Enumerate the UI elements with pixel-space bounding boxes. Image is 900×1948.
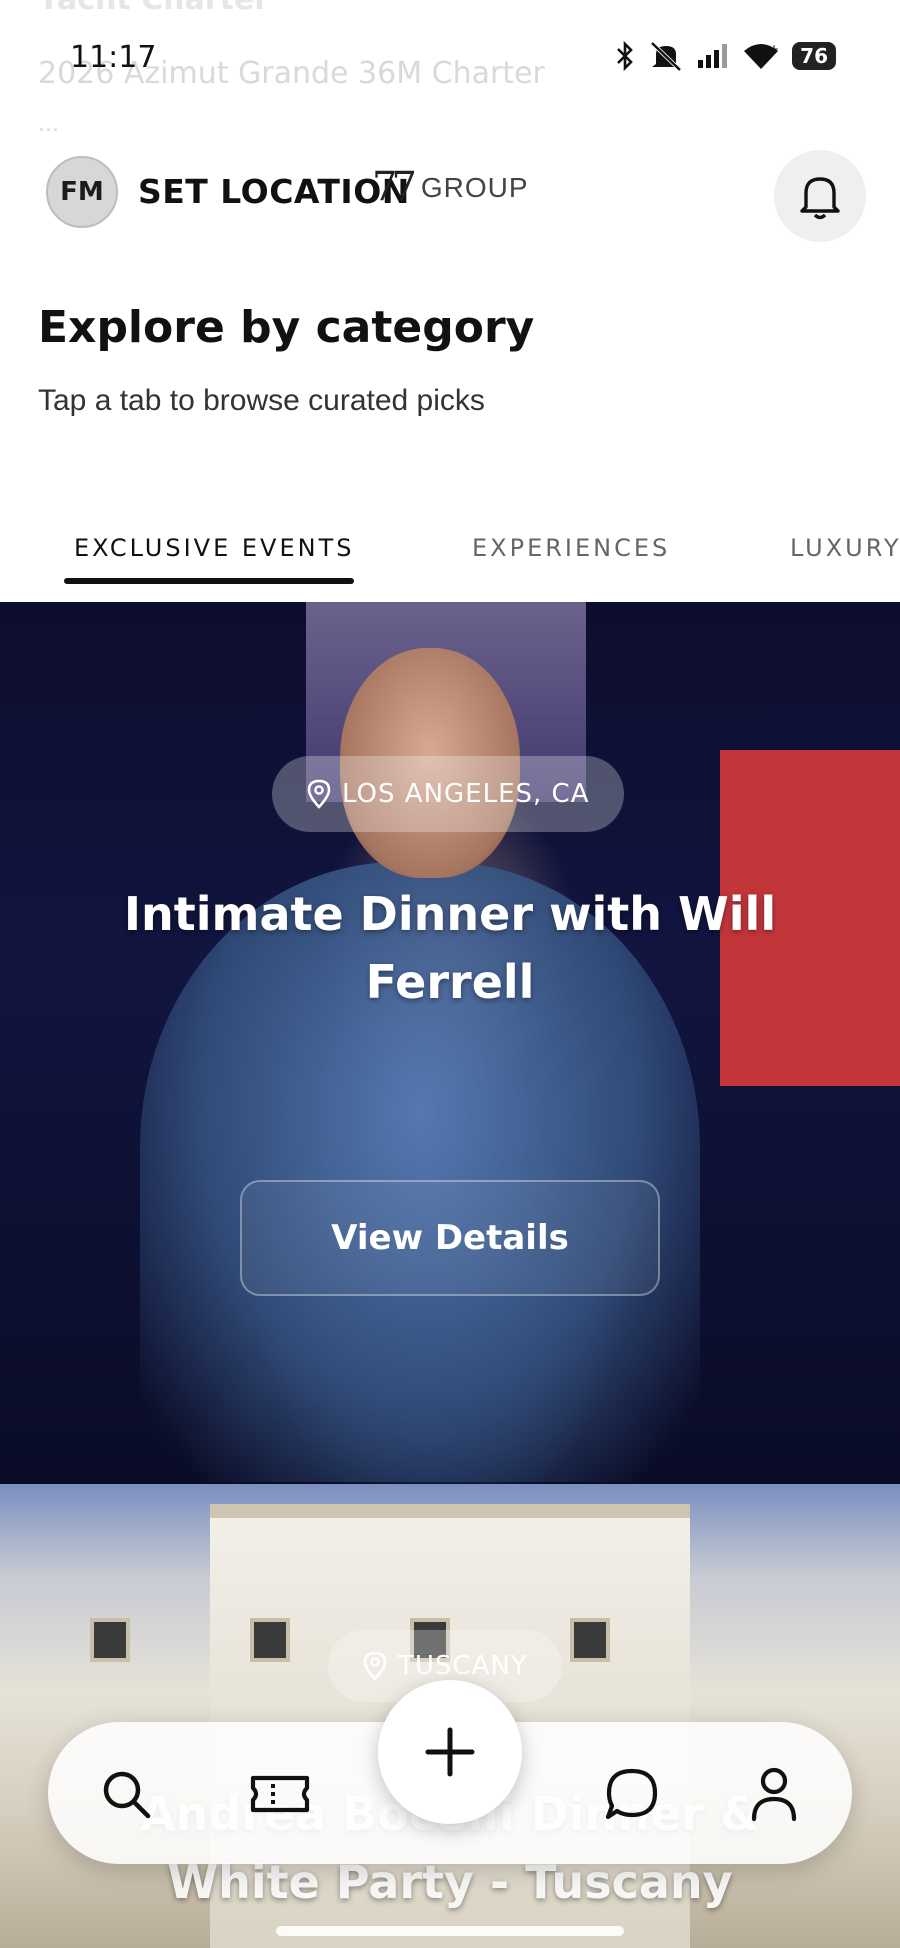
- create-button[interactable]: [378, 1680, 522, 1824]
- event-title: Intimate Dinner with Will Ferrell: [123, 887, 777, 1009]
- category-tabs: EXCLUSIVE EVENTS EXPERIENCES LUXURY: [0, 528, 900, 588]
- brand-group: GROUP: [420, 172, 529, 203]
- nav-tickets[interactable]: [244, 1758, 316, 1830]
- add-icon: [425, 1727, 475, 1777]
- nav-messages[interactable]: [596, 1758, 668, 1830]
- building-window: [570, 1618, 610, 1662]
- notifications-button[interactable]: [774, 150, 866, 242]
- location-pin-icon: [363, 1651, 387, 1681]
- location-text: TUSCANY: [398, 1651, 528, 1681]
- set-location-button[interactable]: SET LOCATION: [138, 172, 410, 211]
- wifi-icon: +: [744, 42, 779, 69]
- active-tab-indicator: [64, 578, 354, 584]
- brand-mark: 77: [372, 164, 417, 210]
- tab-exclusive-events[interactable]: EXCLUSIVE EVENTS: [74, 534, 354, 562]
- avatar[interactable]: FM: [46, 156, 118, 228]
- home-indicator[interactable]: [276, 1926, 624, 1936]
- building-window: [250, 1618, 290, 1662]
- tab-experiences[interactable]: EXPERIENCES: [472, 534, 670, 562]
- event-card[interactable]: LOS ANGELES, CA Intimate Dinner with Wil…: [0, 602, 900, 1484]
- location-badge: LOS ANGELES, CA: [272, 756, 624, 832]
- ticket-icon: [250, 1775, 310, 1813]
- nav-profile[interactable]: [738, 1758, 810, 1830]
- location-pin-icon: [307, 779, 331, 809]
- silent-icon: [650, 41, 682, 72]
- location-text: LOS ANGELES, CA: [342, 779, 590, 809]
- chat-icon: [605, 1768, 658, 1820]
- status-bar: 11:17 + 76: [0, 0, 900, 120]
- status-time: 11:17: [70, 40, 157, 75]
- page-title: Explore by category: [38, 302, 535, 353]
- tab-luxury[interactable]: LUXURY: [790, 534, 900, 562]
- status-icons: + 76: [614, 40, 836, 72]
- search-icon: [103, 1771, 151, 1819]
- profile-icon: [751, 1767, 797, 1822]
- bluetooth-icon: [617, 41, 633, 71]
- page-subtitle: Tap a tab to browse curated picks: [38, 384, 485, 417]
- view-details-button[interactable]: View Details: [240, 1180, 660, 1296]
- svg-text:+: +: [769, 42, 779, 56]
- brand-logo: 77 GROUP: [372, 164, 529, 210]
- building-window: [90, 1618, 130, 1662]
- top-header: FM SET LOCATION 77 GROUP: [0, 150, 900, 242]
- battery-icon: 76: [792, 42, 836, 70]
- nav-search[interactable]: [90, 1758, 162, 1830]
- bell-icon: [800, 177, 840, 220]
- signal-icon: [698, 44, 728, 68]
